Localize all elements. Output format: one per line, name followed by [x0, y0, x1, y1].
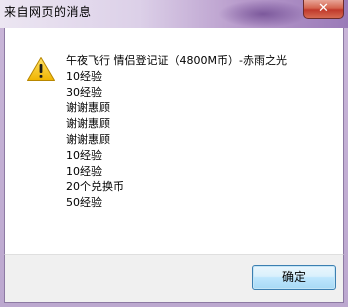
- message-line: 10经验: [66, 148, 102, 162]
- message-line: 谢谢惠顾: [66, 132, 110, 146]
- message-line: 20个兑换币: [66, 180, 124, 194]
- window-title: 来自网页的消息: [4, 5, 92, 19]
- message-line: 10经验: [66, 69, 102, 83]
- warning-triangle-icon: [27, 57, 55, 81]
- message-line: 10经验: [66, 164, 102, 178]
- close-icon: ✕: [318, 1, 329, 16]
- message-line: 午夜飞行 情侣登记证（4800M币）-赤雨之光: [66, 54, 287, 67]
- message-line: 谢谢惠顾: [66, 101, 110, 115]
- close-button[interactable]: ✕: [303, 0, 344, 19]
- ok-button[interactable]: 确定: [252, 265, 336, 290]
- message-line: 30经验: [66, 85, 102, 99]
- message-line: 谢谢惠顾: [66, 117, 110, 131]
- message-line: 50经验: [66, 196, 102, 210]
- dialog-window: 来自网页的消息 ✕ 午夜飞行 情侣登记证（4800M币）-赤雨之光 10经验 3…: [0, 0, 348, 307]
- message-text: 午夜飞行 情侣登记证（4800M币）-赤雨之光 10经验 30经验 谢谢惠顾 谢…: [66, 53, 287, 211]
- title-bar[interactable]: 来自网页的消息 ✕: [0, 0, 348, 28]
